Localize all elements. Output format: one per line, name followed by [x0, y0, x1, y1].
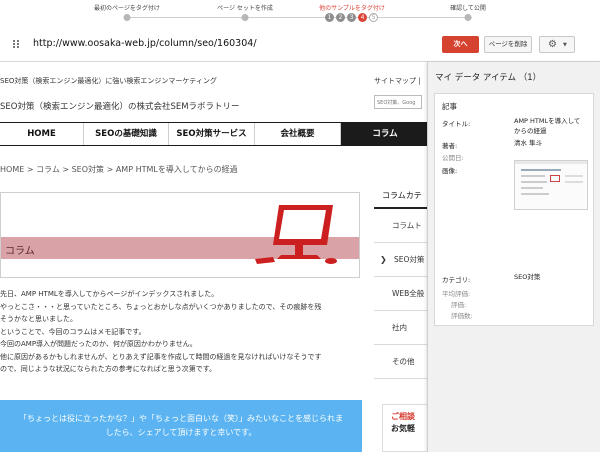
- article-body: 先日、AMP HTMLを導入してからページがインデックスされました。 やっとこさ…: [0, 288, 364, 376]
- nav-company[interactable]: 会社概要: [255, 123, 341, 145]
- substep-1[interactable]: 1: [325, 13, 334, 22]
- title-value-line: AMP HTMLを導入して: [514, 117, 581, 125]
- field-label-image: 画像:: [442, 167, 458, 175]
- field-label-published: 公開日:: [442, 154, 464, 162]
- column-hero-banner: コラム: [0, 192, 360, 278]
- chevron-right-icon: ❯: [380, 255, 387, 264]
- sidebar-item-seo[interactable]: ❯ SEO対策: [374, 243, 430, 277]
- sidebar-item-label: 社内: [392, 323, 407, 332]
- field-label-author: 著者:: [442, 142, 458, 150]
- field-value-author[interactable]: 清水 隼斗: [514, 138, 590, 148]
- site-tagline: SEO対策（検索エンジン最適化）に強い検索エンジンマーケティング: [0, 77, 217, 85]
- contact-line-2: お気軽: [391, 424, 415, 433]
- article-paragraph: そうかなと思いました。: [0, 315, 77, 323]
- step-label-3[interactable]: 他のサンプルをタグ付け: [319, 3, 385, 12]
- nav-column[interactable]: コラム: [341, 123, 430, 145]
- panel-title: マイ データ アイテム （1）: [435, 73, 542, 83]
- sidebar-item-label: WEB全般: [392, 289, 425, 298]
- computer-illustration-icon: [255, 205, 337, 264]
- stepper-track: [128, 17, 472, 18]
- delete-page-button[interactable]: ページを削除: [484, 36, 532, 53]
- article-item-card[interactable]: 記事 タイトル: AMP HTMLを導入して からの経過 著者: 清水 隼斗 公…: [434, 93, 594, 326]
- sidebar-item-column-top[interactable]: コラムト: [374, 209, 430, 243]
- settings-menu-button[interactable]: ⚙ ▼: [539, 36, 575, 53]
- hero-title: コラム: [5, 246, 35, 257]
- cta-line: 「ちょっとは役に立ったかな？」や「ちょっと面白いな（笑）」みたいなことを感じられ…: [19, 414, 343, 423]
- sidebar-item-label: コラムト: [392, 221, 422, 230]
- nav-seo-services[interactable]: SEO対策サービス: [169, 123, 255, 145]
- breadcrumb[interactable]: HOME > コラム > SEO対策 > AMP HTMLを導入してからの経過: [0, 164, 238, 175]
- drag-handle-icon[interactable]: [13, 40, 20, 49]
- article-paragraph: 先日、AMP HTMLを導入してからページがインデックスされました。: [0, 290, 219, 298]
- substep-3[interactable]: 3: [347, 13, 356, 22]
- url-toolbar: http://www.oosaka-web.jp/column/seo/1603…: [0, 28, 600, 62]
- title-value-line: からの経過: [514, 127, 547, 135]
- substep-2[interactable]: 2: [336, 13, 345, 22]
- substep-5[interactable]: 5: [369, 13, 378, 22]
- step-label-4[interactable]: 確認して公開: [450, 3, 486, 12]
- gear-icon: ⚙: [548, 39, 557, 50]
- sitemap-link[interactable]: サイトマップ |: [374, 76, 421, 86]
- article-paragraph: 今回のAMP導入が問題だったのか、何が原因かわかりません。: [0, 340, 197, 348]
- site-search-input[interactable]: SEO対策、Goog: [374, 95, 422, 109]
- sidebar-item-label: その他: [392, 357, 415, 366]
- substep-4[interactable]: 4: [358, 13, 367, 22]
- field-label-category: カテゴリ:: [442, 276, 471, 284]
- sidebar-item-other[interactable]: その他: [374, 345, 430, 379]
- sidebar-heading: コラムカテ: [382, 191, 422, 200]
- article-paragraph: やっとこさ・・・と思っていたところ、ちょっとおかしな点がいくつかありましたので、…: [0, 302, 322, 311]
- step-dot-1[interactable]: [123, 14, 131, 21]
- card-section-title: 記事: [442, 102, 457, 111]
- nav-seo-basics[interactable]: SEOの基礎知識: [84, 123, 169, 145]
- nav-home[interactable]: HOME: [0, 123, 84, 145]
- article-paragraph: 他に原因があるかもしれませんが、とりあえず記事を作成して時間の経過を見なければい…: [0, 352, 322, 361]
- global-nav: HOME SEOの基礎知識 SEO対策サービス 会社概要 コラム: [0, 122, 430, 146]
- cta-line: したら、シェアして頂けますと幸いです。: [105, 428, 257, 437]
- sidebar-item-company[interactable]: 社内: [374, 311, 430, 345]
- next-button[interactable]: 次へ: [442, 36, 479, 53]
- contact-box[interactable]: ご相談 お気軽: [382, 404, 430, 452]
- image-thumbnail[interactable]: [514, 160, 588, 210]
- article-paragraph: ので、同じような状況になられた方の参考になればと思う次第です。: [0, 365, 217, 373]
- field-label-avg-rating: 平均評価:: [442, 290, 471, 298]
- sidebar-item-web[interactable]: WEB全般: [374, 277, 430, 311]
- field-label-rating: 評価:: [451, 301, 467, 309]
- step-label-1[interactable]: 最初のページをタグ付け: [94, 3, 160, 12]
- company-name[interactable]: SEO対策（検索エンジン最適化）の株式会社SEMラボラトリー: [0, 100, 240, 112]
- my-data-items-panel: マイ データ アイテム （1） 記事 タイトル: AMP HTMLを導入して か…: [427, 62, 600, 452]
- step-dot-4[interactable]: [464, 14, 472, 21]
- step-dot-2[interactable]: [241, 14, 249, 21]
- field-label-rating-count: 評価数:: [451, 312, 473, 320]
- field-label-title: タイトル:: [442, 120, 471, 128]
- contact-line-1: ご相談: [391, 412, 415, 421]
- field-value-category[interactable]: SEO対策: [514, 272, 590, 282]
- step-label-2[interactable]: ページ セットを作成: [217, 3, 273, 12]
- page-url: http://www.oosaka-web.jp/column/seo/1603…: [33, 38, 257, 49]
- field-value-title[interactable]: AMP HTMLを導入して からの経過: [514, 116, 590, 136]
- sidebar-item-label: SEO対策: [394, 255, 425, 264]
- chevron-down-icon: ▼: [563, 42, 567, 48]
- share-cta-banner: 「ちょっとは役に立ったかな？」や「ちょっと面白いな（笑）」みたいなことを感じられ…: [0, 400, 362, 452]
- article-paragraph: ということで、今回のコラムはメモ記事です。: [0, 327, 146, 336]
- wizard-stepper: 最初のページをタグ付け ページ セットを作成 他のサンプルをタグ付け 1 2 3…: [0, 0, 600, 28]
